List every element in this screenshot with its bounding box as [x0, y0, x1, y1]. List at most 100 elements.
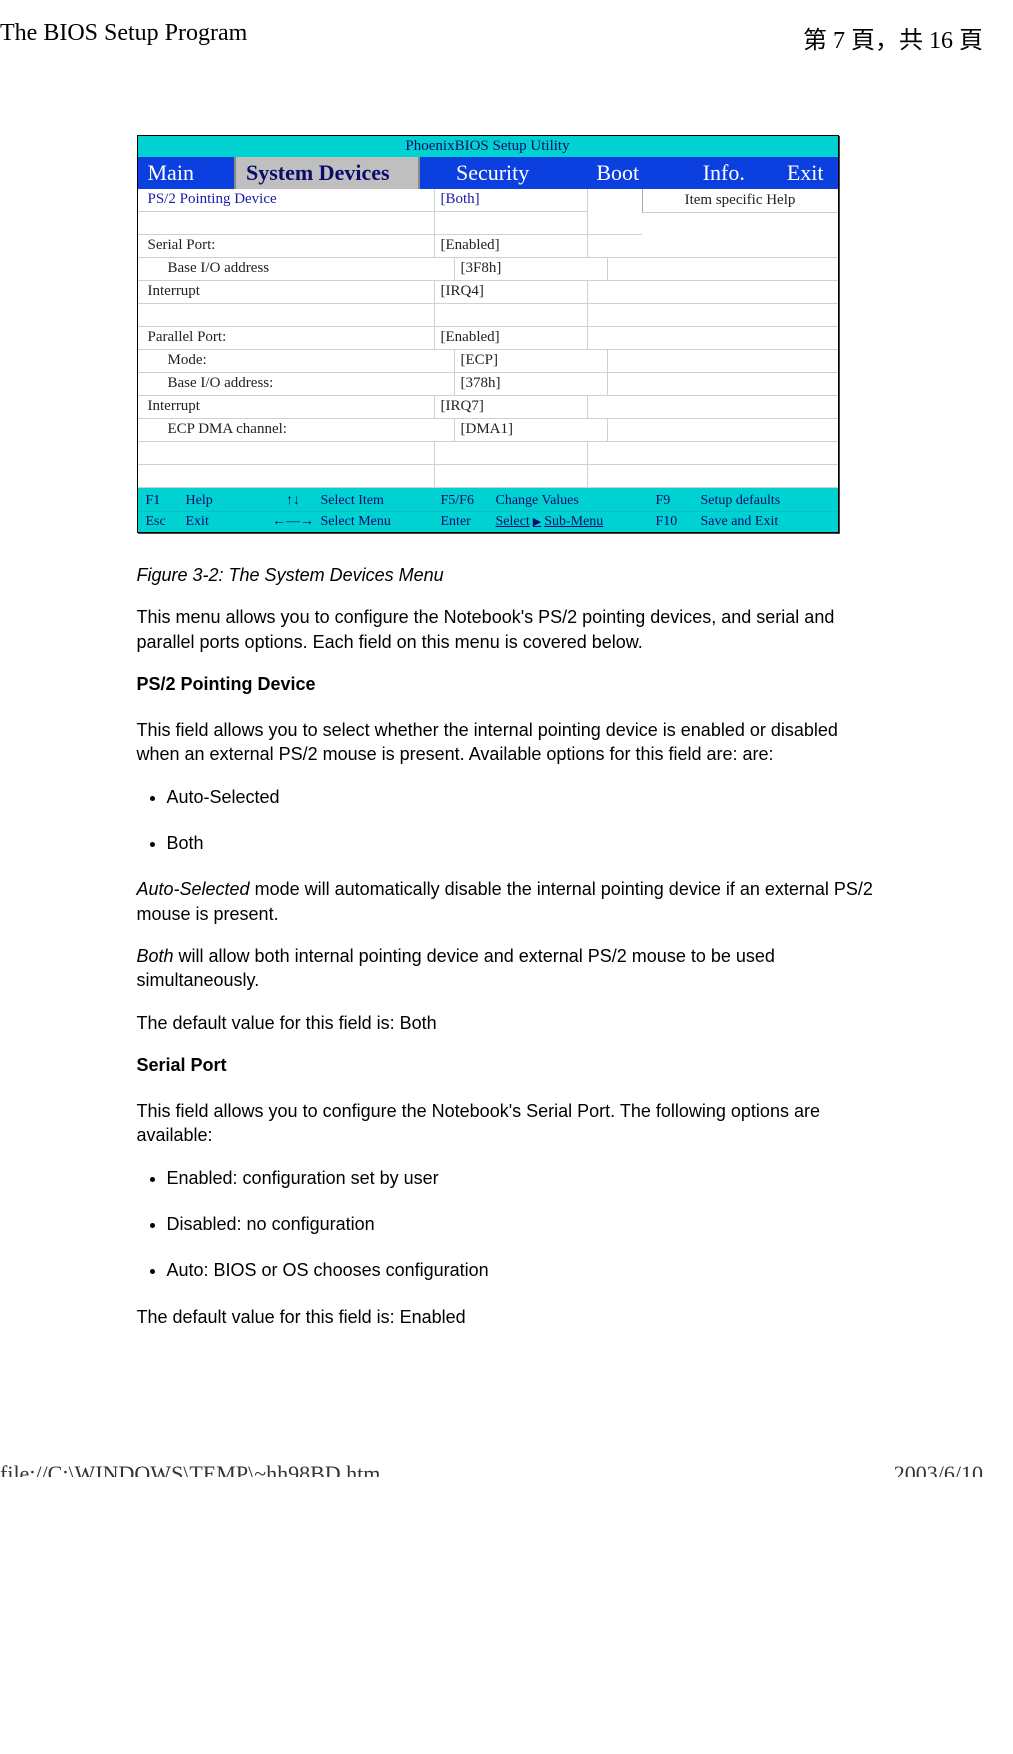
bios-help-col [588, 304, 838, 327]
serial-default: The default value for this field is: Ena… [137, 1305, 877, 1329]
bios-utility-title: PhoenixBIOS Setup Utility [138, 136, 838, 157]
document-body: Figure 3-2: The System Devices Menu This… [137, 563, 877, 1329]
bios-field-value: [ECP] [455, 350, 608, 373]
bios-field-value: [Enabled] [435, 327, 588, 350]
bios-row: Base I/O address[3F8h] [138, 258, 838, 281]
bios-settings-table: PS/2 Pointing Device[Both]Serial Port:[E… [138, 189, 838, 488]
tab-system-devices: System Devices [234, 157, 421, 189]
intro-paragraph: This menu allows you to configure the No… [137, 605, 877, 654]
page-indicator: 第 7 頁，共 16 頁 [803, 20, 983, 55]
select-menu-label: Select Menu [321, 514, 441, 530]
bios-row [138, 465, 838, 488]
bios-help-col [588, 465, 838, 488]
bios-row: Interrupt[IRQ7] [138, 396, 838, 419]
bios-field-label: ECP DMA channel: [138, 419, 455, 442]
tab-boot: Boot [565, 157, 671, 189]
bios-menu-tabs: Main System Devices Security Boot Info. … [138, 157, 838, 189]
bios-help-col [588, 189, 642, 212]
bios-field-label: Interrupt [138, 281, 435, 304]
bios-field-label [138, 465, 435, 488]
bios-field-label [138, 442, 435, 465]
leftright-arrow-icon: ←—→ [266, 514, 321, 530]
list-item: Auto: BIOS or OS chooses configuration [167, 1258, 877, 1282]
key-f1: F1 [146, 493, 186, 509]
bios-row: PS/2 Pointing Device[Both] [138, 189, 642, 212]
bios-row [138, 442, 838, 465]
bios-row: Serial Port:[Enabled] [138, 235, 838, 258]
key-f5f6: F5/F6 [441, 493, 496, 509]
bios-screenshot: PhoenixBIOS Setup Utility Main System De… [137, 135, 839, 533]
bios-row: ECP DMA channel:[DMA1] [138, 419, 838, 442]
list-item: Both [167, 831, 877, 855]
select-item-label: Select Item [321, 493, 441, 509]
bios-field-label: Interrupt [138, 396, 435, 419]
bios-field-value: [IRQ4] [435, 281, 588, 304]
serial-options-list: Enabled: configuration set by user Disab… [159, 1166, 877, 1283]
key-esc: Esc [146, 514, 186, 530]
bios-field-value [435, 304, 588, 327]
tab-security: Security [420, 157, 564, 189]
ps2-default: The default value for this field is: Bot… [137, 1011, 877, 1035]
bios-field-label: PS/2 Pointing Device [138, 189, 435, 212]
list-item: Auto-Selected [167, 785, 877, 809]
updown-arrow-icon: ↑↓ [266, 493, 321, 509]
bios-field-label [138, 212, 435, 235]
bios-field-value: [378h] [455, 373, 608, 396]
bios-help-col [608, 373, 838, 396]
key-f10: F10 [656, 514, 701, 530]
bios-field-value [435, 442, 588, 465]
list-item: Disabled: no configuration [167, 1212, 877, 1236]
bios-field-value: [DMA1] [455, 419, 608, 442]
footer-date: 2003/6/10 [894, 1461, 983, 1477]
heading-serial: Serial Port [137, 1053, 877, 1077]
setup-defaults-label: Setup defaults [701, 493, 781, 509]
bios-field-value: [Both] [435, 189, 588, 212]
ps2-desc: This field allows you to select whether … [137, 718, 877, 767]
bios-help-col [588, 281, 838, 304]
change-values-label: Change Values [496, 493, 656, 509]
bios-field-label: Serial Port: [138, 235, 435, 258]
bios-field-label: Parallel Port: [138, 327, 435, 350]
bios-help-col [588, 442, 838, 465]
tab-exit: Exit [777, 157, 838, 189]
serial-desc: This field allows you to configure the N… [137, 1099, 877, 1148]
bios-field-value [435, 465, 588, 488]
footer-path: file://C:\WINDOWS\TEMP\~hh98BD.htm [0, 1461, 380, 1477]
tab-main: Main [138, 157, 234, 189]
bios-field-label: Mode: [138, 350, 455, 373]
bios-help-col [608, 419, 838, 442]
triangle-right-icon [530, 514, 544, 529]
key-enter: Enter [441, 514, 496, 530]
item-specific-help-label: Item specific Help [642, 189, 838, 213]
ps2-options-list: Auto-Selected Both [159, 785, 877, 856]
bios-field-value: [3F8h] [455, 258, 608, 281]
heading-ps2: PS/2 Pointing Device [137, 672, 877, 696]
bios-field-value: [Enabled] [435, 235, 588, 258]
bios-row: Parallel Port:[Enabled] [138, 327, 838, 350]
bios-footer-keys: F1 Help ↑↓ Select Item F5/F6 Change Valu… [138, 488, 838, 532]
tab-info: Info. [671, 157, 777, 189]
page-title: The BIOS Setup Program [0, 20, 247, 55]
bios-help-col [588, 212, 642, 235]
save-exit-label: Save and Exit [701, 514, 779, 530]
bios-row [138, 212, 642, 235]
bios-row: Base I/O address:[378h] [138, 373, 838, 396]
bios-help-col [588, 235, 838, 258]
bios-field-label: Base I/O address [138, 258, 455, 281]
bios-row: Mode:[ECP] [138, 350, 838, 373]
bios-field-value [435, 212, 588, 235]
bios-row [138, 304, 838, 327]
figure-caption: Figure 3-2: The System Devices Menu [137, 563, 877, 587]
list-item: Enabled: configuration set by user [167, 1166, 877, 1190]
bios-field-label: Base I/O address: [138, 373, 455, 396]
ps2-auto-desc: Auto-Selected mode will automatically di… [137, 877, 877, 926]
bios-help-col [588, 327, 838, 350]
select-submenu-label: SelectSub-Menu [496, 514, 656, 530]
bios-row: Interrupt[IRQ4] [138, 281, 838, 304]
bios-help-col [588, 396, 838, 419]
bios-field-label [138, 304, 435, 327]
bios-field-value: [IRQ7] [435, 396, 588, 419]
key-f9: F9 [656, 493, 701, 509]
key-f1-label: Help [186, 493, 266, 509]
bios-help-col [608, 258, 838, 281]
